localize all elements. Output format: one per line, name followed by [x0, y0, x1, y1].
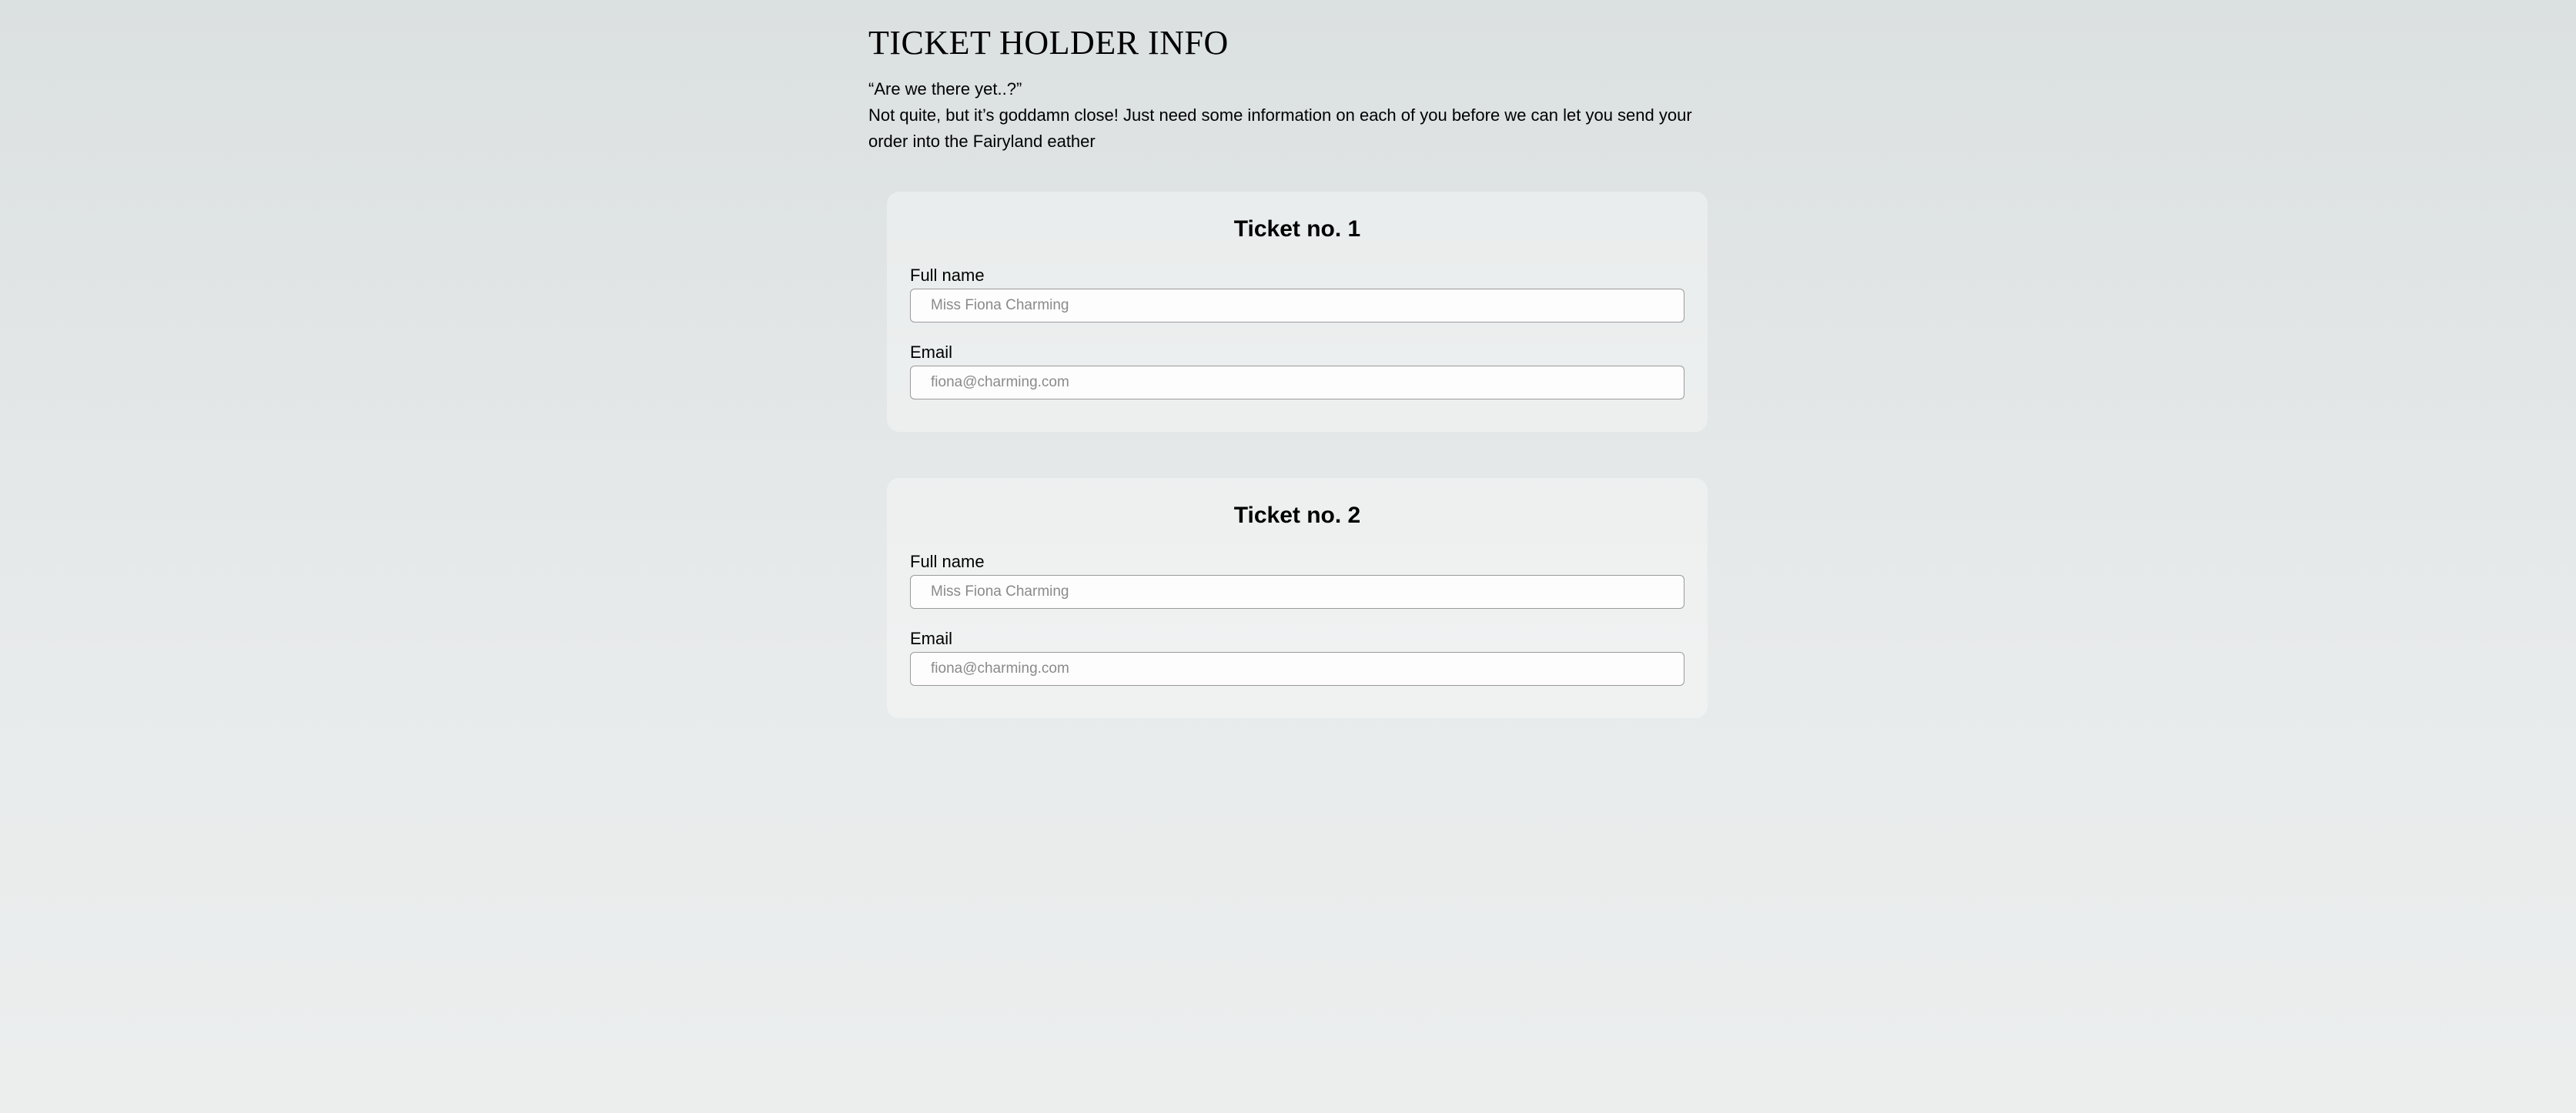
ticket-title: Ticket no. 2 — [910, 503, 1684, 529]
page-title: TICKET HOLDER INFO — [868, 23, 1708, 62]
field-fullname: Full name — [910, 552, 1684, 609]
field-email: Email — [910, 343, 1684, 399]
intro-text: “Are we there yet..?” Not quite, but it’… — [868, 76, 1708, 155]
email-input[interactable] — [910, 652, 1684, 686]
fullname-input[interactable] — [910, 575, 1684, 609]
intro-line-1: “Are we there yet..?” — [868, 79, 1022, 99]
field-fullname: Full name — [910, 266, 1684, 323]
ticket-title: Ticket no. 1 — [910, 216, 1684, 242]
fullname-label: Full name — [910, 552, 1684, 572]
intro-line-2: Not quite, but it’s goddamn close! Just … — [868, 105, 1692, 151]
email-label: Email — [910, 629, 1684, 649]
fullname-input[interactable] — [910, 289, 1684, 323]
fullname-label: Full name — [910, 266, 1684, 286]
email-label: Email — [910, 343, 1684, 363]
ticket-card: Ticket no. 1 Full name Email — [887, 192, 1708, 432]
ticket-card: Ticket no. 2 Full name Email — [887, 478, 1708, 718]
field-email: Email — [910, 629, 1684, 686]
email-input[interactable] — [910, 366, 1684, 399]
